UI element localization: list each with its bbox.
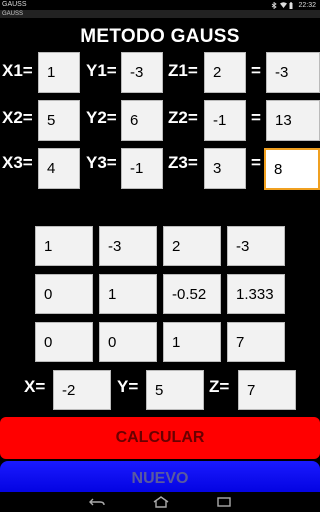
matrix-cell-2-1: 0 — [35, 274, 93, 314]
z3-input[interactable]: 3 — [204, 148, 246, 189]
back-icon[interactable] — [89, 497, 105, 507]
x3-label: X3= — [2, 153, 33, 172]
bluetooth-icon — [271, 1, 278, 10]
result-x-value: -2 — [53, 370, 111, 410]
y1-label: Y1= — [86, 61, 117, 80]
matrix-cell-1-3: 2 — [163, 226, 221, 266]
matrix-cell-1-4: -3 — [227, 226, 285, 266]
z3-label: Z3= — [168, 153, 198, 172]
result-z-label: Z= — [209, 377, 230, 396]
z1-label: Z1= — [168, 61, 198, 80]
matrix-cell-3-3: 1 — [163, 322, 221, 362]
home-icon[interactable] — [153, 496, 169, 508]
z2-label: Z2= — [168, 108, 198, 127]
matrix-cell-1-1: 1 — [35, 226, 93, 266]
matrix-cell-3-2: 0 — [99, 322, 157, 362]
wifi-icon — [280, 2, 288, 8]
z1-input[interactable]: 2 — [204, 52, 246, 93]
eq3-equals: = — [251, 153, 261, 172]
r3-input[interactable]: 8 — [264, 148, 320, 190]
y3-input[interactable]: -1 — [121, 148, 163, 189]
result-y-label: Y= — [117, 377, 139, 396]
x3-input[interactable]: 4 — [38, 148, 80, 189]
battery-icon — [289, 2, 295, 9]
matrix-cell-2-2: 1 — [99, 274, 157, 314]
status-time: 22:32 — [298, 1, 316, 9]
r2-input[interactable]: 13 — [266, 100, 320, 141]
x1-input[interactable]: 1 — [38, 52, 80, 93]
matrix-cell-3-4: 7 — [227, 322, 285, 362]
y3-label: Y3= — [86, 153, 117, 172]
r1-input[interactable]: -3 — [266, 52, 320, 93]
matrix-cell-2-4: 1.333 — [227, 274, 285, 314]
status-bar: GAUSS 22:32 — [0, 0, 320, 10]
matrix-cell-1-2: -3 — [99, 226, 157, 266]
navigation-bar — [0, 492, 320, 512]
y2-label: Y2= — [86, 108, 117, 127]
matrix-cell-2-3: -0.52 — [163, 274, 221, 314]
calcular-button[interactable]: CALCULAR — [0, 417, 320, 459]
status-icons: 22:32 — [271, 0, 316, 10]
x1-label: X1= — [2, 61, 33, 80]
x2-input[interactable]: 5 — [38, 100, 80, 141]
x2-label: X2= — [2, 108, 33, 127]
recent-apps-icon[interactable] — [217, 497, 231, 507]
result-y-value: 5 — [146, 370, 204, 410]
z2-input[interactable]: -1 — [204, 100, 246, 141]
y1-input[interactable]: -3 — [121, 52, 163, 93]
page-title: METODO GAUSS — [80, 26, 240, 47]
eq2-equals: = — [251, 108, 261, 127]
eq1-equals: = — [251, 61, 261, 80]
result-z-value: 7 — [238, 370, 296, 410]
status-app-name: GAUSS — [2, 1, 27, 8]
title-bar: GAUSS — [0, 10, 320, 18]
matrix-cell-3-1: 0 — [35, 322, 93, 362]
y2-input[interactable]: 6 — [121, 100, 163, 141]
result-x-label: X= — [24, 377, 46, 396]
